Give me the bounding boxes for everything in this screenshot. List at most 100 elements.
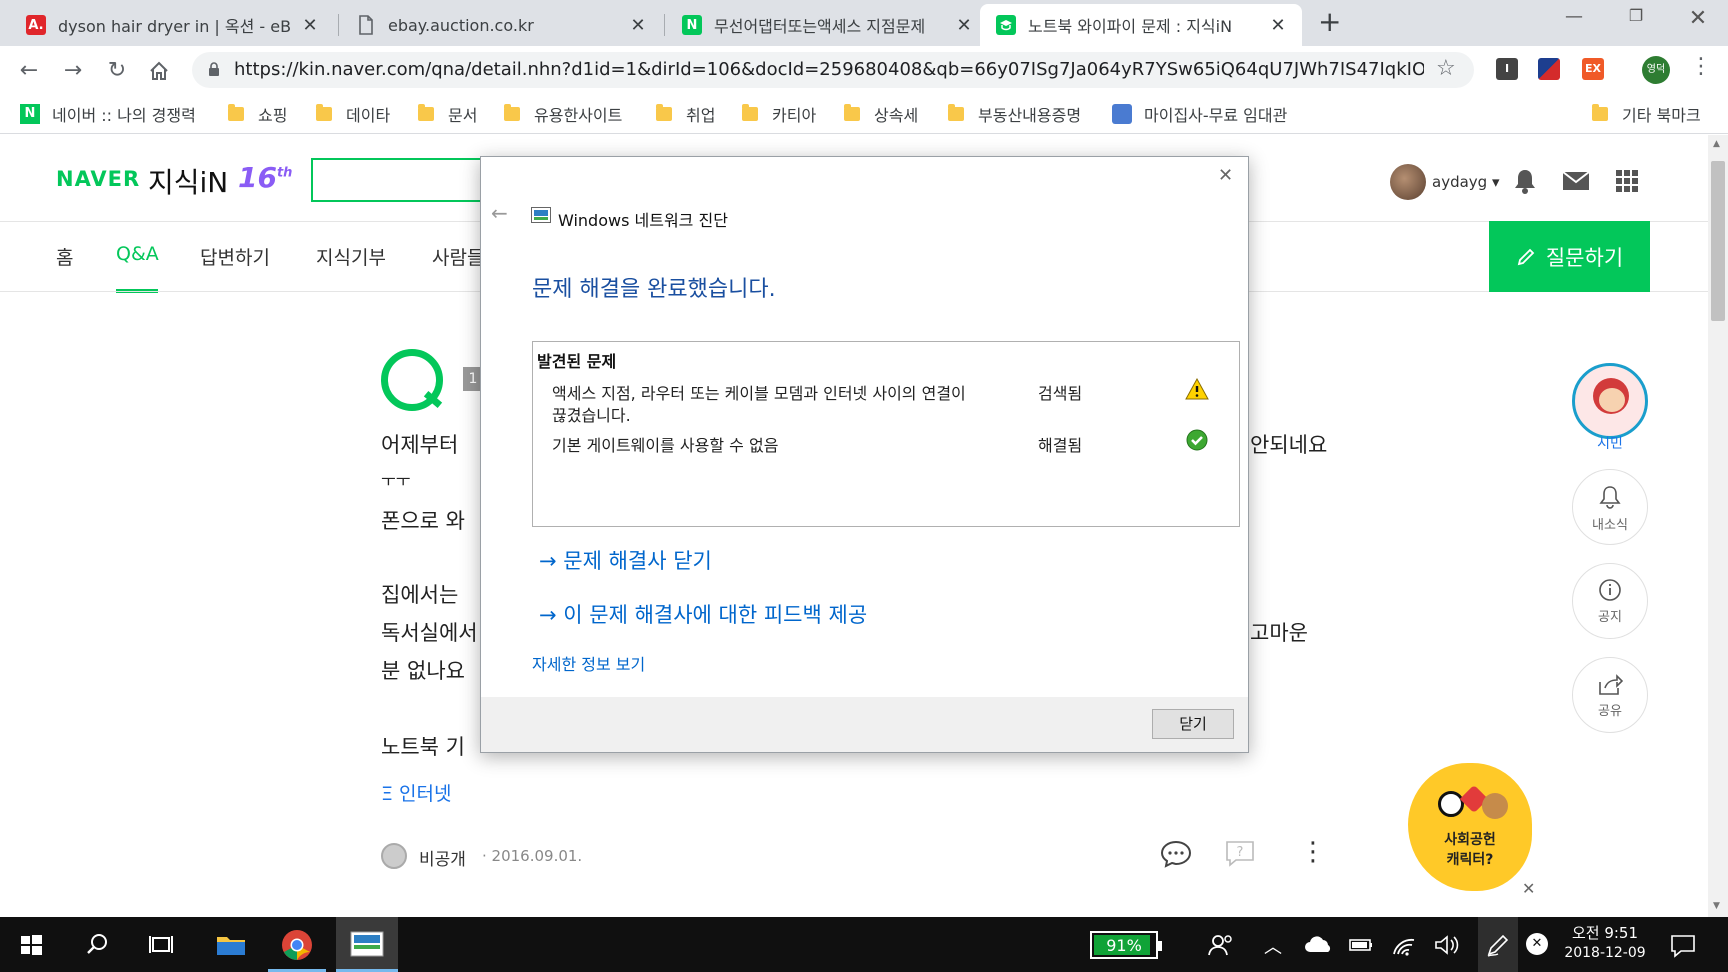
battery-tray-icon[interactable]: [1344, 928, 1378, 962]
windows-start-icon[interactable]: [14, 928, 48, 962]
back-icon[interactable]: ←: [14, 56, 44, 86]
bookmark-folder-useful[interactable]: 유용한사이트: [504, 102, 622, 126]
close-promo-icon[interactable]: ✕: [1522, 879, 1535, 898]
folder-icon: [228, 104, 244, 121]
feedback-link[interactable]: → 이 문제 해결사에 대한 피드백 제공: [539, 599, 867, 629]
close-troubleshooter-link[interactable]: → 문제 해결사 닫기: [539, 545, 712, 575]
action-center-icon[interactable]: [1666, 928, 1700, 962]
wifi-icon[interactable]: [1388, 928, 1422, 962]
apps-grid-icon[interactable]: [1616, 170, 1638, 196]
new-tab-button[interactable]: +: [1318, 8, 1341, 36]
menu-dots-icon[interactable]: ⋮: [1690, 54, 1712, 79]
tray-chevron-up-icon[interactable]: ︿: [1264, 933, 1282, 959]
question-mark-icon[interactable]: ?: [1226, 841, 1254, 871]
citizen-character-icon[interactable]: [1572, 363, 1648, 439]
folder-icon: [1592, 104, 1608, 121]
bookmark-folder-inheritance[interactable]: 상속세: [844, 102, 918, 126]
clock-time[interactable]: 오전 9:51: [1560, 922, 1650, 943]
taskbar-diagnostics-app[interactable]: [336, 917, 398, 972]
pen-workspace-icon[interactable]: [1478, 917, 1518, 972]
chrome-icon[interactable]: [280, 928, 314, 962]
tab-title: 노트북 와이파이 문제 : 지식iN: [1028, 17, 1233, 36]
nav-people[interactable]: 사람들: [432, 243, 484, 270]
bell-icon[interactable]: [1512, 167, 1538, 199]
scroll-down-icon[interactable]: ▼: [1713, 901, 1720, 911]
ask-button-label: 질문하기: [1545, 245, 1624, 270]
bookmark-other[interactable]: 기타 북마크: [1592, 102, 1701, 126]
network-diagnostics-dialog: ✕ ← Windows 네트워크 진단 문제 해결을 완료했습니다. 발견된 문…: [480, 156, 1249, 753]
address-bar[interactable]: https://kin.naver.com/qna/detail.nhn?d1i…: [192, 52, 1474, 88]
side-notice-button[interactable]: 공지: [1572, 563, 1648, 639]
nav-home[interactable]: 홈: [56, 243, 73, 270]
bookmark-folder-jobs[interactable]: 취업: [656, 102, 715, 126]
scroll-up-icon[interactable]: ▲: [1713, 139, 1720, 149]
side-notifications-button[interactable]: 내소식: [1572, 469, 1648, 545]
naver-favicon-icon: N: [682, 15, 702, 35]
bookmark-folder-data[interactable]: 데이타: [316, 102, 390, 126]
nav-donate[interactable]: 지식기부: [316, 243, 386, 270]
bookmark-folder-realestate[interactable]: 부동산내용증명: [948, 102, 1081, 126]
user-avatar[interactable]: [1390, 164, 1426, 200]
side-share-button[interactable]: 공유: [1572, 657, 1648, 733]
mail-icon[interactable]: [1562, 171, 1590, 195]
more-options-icon[interactable]: ⋮: [1300, 837, 1326, 867]
naver-logo[interactable]: NAVER: [56, 167, 140, 191]
bookmark-folder-shopping[interactable]: 쇼핑: [228, 102, 287, 126]
close-tab-icon[interactable]: ✕: [1268, 15, 1288, 36]
close-tab-icon[interactable]: ✕: [628, 15, 648, 36]
scrollbar-thumb[interactable]: [1711, 161, 1725, 321]
tab-ebay[interactable]: ebay.auction.co.kr ✕: [340, 4, 662, 46]
battery-indicator[interactable]: 91%: [1090, 931, 1162, 959]
tab-naver-adapter[interactable]: N 무선어댑터또는액세스 지점문제 ✕: [666, 4, 988, 46]
bookmark-naver[interactable]: N 네이버 :: 나의 경쟁력: [20, 102, 204, 126]
onedrive-icon[interactable]: [1302, 928, 1336, 962]
close-button[interactable]: 닫기: [1152, 709, 1234, 739]
comment-icon[interactable]: [1160, 840, 1192, 872]
battery-percent: 91%: [1106, 936, 1142, 955]
ask-question-button[interactable]: 질문하기: [1489, 221, 1650, 292]
nav-answer[interactable]: 답변하기: [200, 243, 270, 270]
close-window-icon[interactable]: ✕: [1678, 6, 1718, 36]
file-explorer-icon[interactable]: [214, 928, 248, 962]
task-view-icon[interactable]: [144, 928, 178, 962]
question-text: ㅜㅜ: [381, 471, 411, 490]
nav-qna[interactable]: Q&A: [116, 243, 159, 265]
close-circle-icon[interactable]: ✕: [1526, 933, 1548, 955]
author-name: 비공개: [419, 850, 466, 870]
kin-favicon-icon: [996, 15, 1016, 35]
details-link[interactable]: 자세한 정보 보기: [532, 651, 645, 675]
bookmark-star-icon[interactable]: ☆: [1436, 56, 1456, 81]
reload-icon[interactable]: ↻: [102, 56, 132, 86]
search-icon[interactable]: [80, 928, 114, 962]
category-tag[interactable]: Ξ 인터넷: [381, 779, 452, 806]
forward-icon[interactable]: →: [58, 56, 88, 86]
dialog-close-icon[interactable]: ✕: [1218, 165, 1233, 186]
home-icon[interactable]: [144, 56, 174, 86]
minimize-icon[interactable]: —: [1554, 6, 1594, 36]
auction-favicon-icon: A.: [26, 15, 46, 35]
extension-flag-icon[interactable]: [1538, 58, 1560, 80]
promo-character-banner[interactable]: 사회공헌 캐릭터?: [1408, 763, 1532, 891]
people-icon[interactable]: [1204, 928, 1238, 962]
extension-ex-icon[interactable]: EX: [1582, 58, 1604, 80]
tab-auction[interactable]: A. dyson hair dryer in | 옥션 - eBay ✕: [10, 4, 334, 46]
kin-logo[interactable]: 지식iN: [148, 161, 228, 201]
bookmark-folder-catia[interactable]: 카티아: [742, 102, 816, 126]
close-tab-icon[interactable]: ✕: [954, 15, 974, 36]
bookmark-myjipsa[interactable]: 마이집사-무료 임대관: [1112, 102, 1296, 126]
close-tab-icon[interactable]: ✕: [300, 15, 320, 36]
extension-i-icon[interactable]: I: [1496, 58, 1518, 80]
dialog-back-icon[interactable]: ←: [491, 201, 508, 225]
profile-avatar[interactable]: 영덕: [1642, 56, 1670, 84]
folder-icon: [656, 104, 672, 121]
found-issues-panel: 발견된 문제 액세스 지점, 라우터 또는 케이블 모뎀과 인터넷 사이의 연결…: [532, 341, 1240, 527]
page-scrollbar[interactable]: ▲ ▼: [1708, 135, 1728, 917]
volume-icon[interactable]: [1430, 928, 1464, 962]
bookmark-folder-docs[interactable]: 문서: [418, 102, 477, 126]
tab-kin-active[interactable]: 노트북 와이파이 문제 : 지식iN ✕: [980, 4, 1302, 46]
restore-icon[interactable]: ❐: [1616, 6, 1656, 36]
warning-icon: [1185, 377, 1209, 404]
username[interactable]: aydayg ▾: [1432, 173, 1500, 191]
clock-date[interactable]: 2018-12-09: [1560, 945, 1650, 961]
question-text: 안되네요: [1250, 433, 1328, 457]
